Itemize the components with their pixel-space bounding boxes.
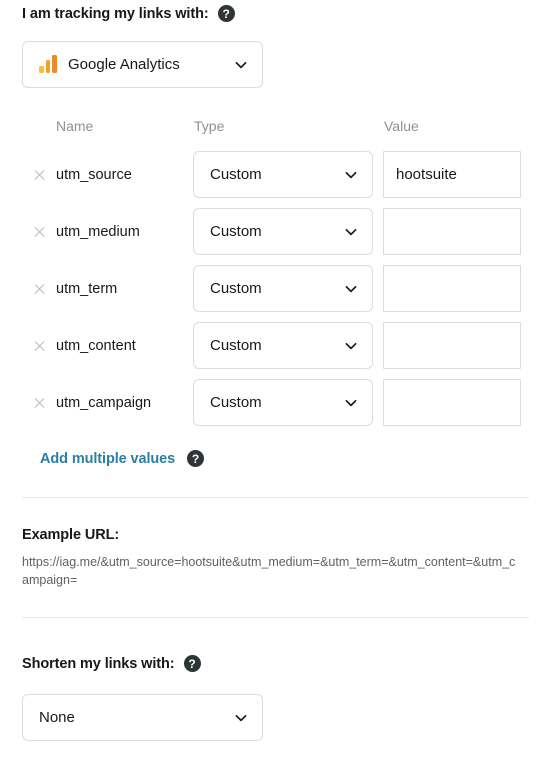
tracking-label-text: I am tracking my links with: — [22, 5, 209, 22]
shortener-value: None — [39, 709, 75, 726]
chevron-down-icon — [345, 342, 357, 349]
table-row: utm_medium Custom — [0, 208, 540, 255]
close-x-icon[interactable] — [33, 168, 46, 181]
section-divider — [22, 617, 529, 618]
shortener-select[interactable]: None — [22, 694, 263, 741]
shorten-section-label: Shorten my links with: ? — [22, 655, 201, 672]
param-value-input[interactable] — [383, 208, 521, 255]
param-value-input[interactable] — [383, 151, 521, 198]
add-multiple-values-link[interactable]: Add multiple values ? — [40, 450, 205, 467]
param-type-value: Custom — [210, 223, 262, 240]
param-name-label: utm_term — [56, 280, 118, 297]
param-value-input[interactable] — [383, 265, 521, 312]
chevron-down-icon — [345, 228, 357, 235]
chevron-down-icon — [235, 61, 247, 68]
close-x-icon[interactable] — [33, 282, 46, 295]
param-type-select[interactable]: Custom — [193, 379, 373, 426]
table-row: utm_content Custom — [0, 322, 540, 369]
param-type-select[interactable]: Custom — [193, 322, 373, 369]
chevron-down-icon — [235, 714, 247, 721]
param-type-select[interactable]: Custom — [193, 265, 373, 312]
close-x-icon[interactable] — [33, 225, 46, 238]
param-name-label: utm_source — [56, 166, 132, 183]
chevron-down-icon — [345, 399, 357, 406]
param-name-label: utm_medium — [56, 223, 140, 240]
column-header-type: Type — [194, 118, 225, 134]
param-value-input[interactable] — [383, 322, 521, 369]
param-value-input[interactable] — [383, 379, 521, 426]
chevron-down-icon — [345, 285, 357, 292]
tracking-provider-value: Google Analytics — [68, 56, 180, 73]
tracking-provider-select[interactable]: Google Analytics — [22, 41, 263, 88]
param-type-value: Custom — [210, 394, 262, 411]
table-row: utm_campaign Custom — [0, 379, 540, 426]
param-name-label: utm_campaign — [56, 394, 152, 411]
column-header-value: Value — [384, 118, 419, 134]
help-circle-icon[interactable]: ? — [187, 450, 205, 467]
close-x-icon[interactable] — [33, 396, 46, 409]
param-type-select[interactable]: Custom — [193, 208, 373, 255]
param-type-value: Custom — [210, 337, 262, 354]
param-name-label: utm_content — [56, 337, 136, 354]
tracking-section-label: I am tracking my links with: ? — [22, 5, 235, 22]
help-circle-icon[interactable]: ? — [217, 5, 235, 22]
example-url-value: https://iag.me/&utm_source=hootsuite&utm… — [22, 555, 516, 587]
param-type-select[interactable]: Custom — [193, 151, 373, 198]
example-url-title: Example URL: — [22, 527, 120, 543]
help-circle-icon[interactable]: ? — [183, 655, 201, 672]
param-type-value: Custom — [210, 280, 262, 297]
close-x-icon[interactable] — [33, 339, 46, 352]
table-row: utm_term Custom — [0, 265, 540, 312]
shorten-label-text: Shorten my links with: — [22, 655, 175, 672]
table-row: utm_source Custom — [0, 151, 540, 198]
param-type-value: Custom — [210, 166, 262, 183]
chevron-down-icon — [345, 171, 357, 178]
google-analytics-icon — [39, 55, 58, 74]
section-divider — [22, 497, 529, 498]
column-header-name: Name — [56, 118, 94, 134]
add-multiple-values-label: Add multiple values — [40, 450, 176, 467]
